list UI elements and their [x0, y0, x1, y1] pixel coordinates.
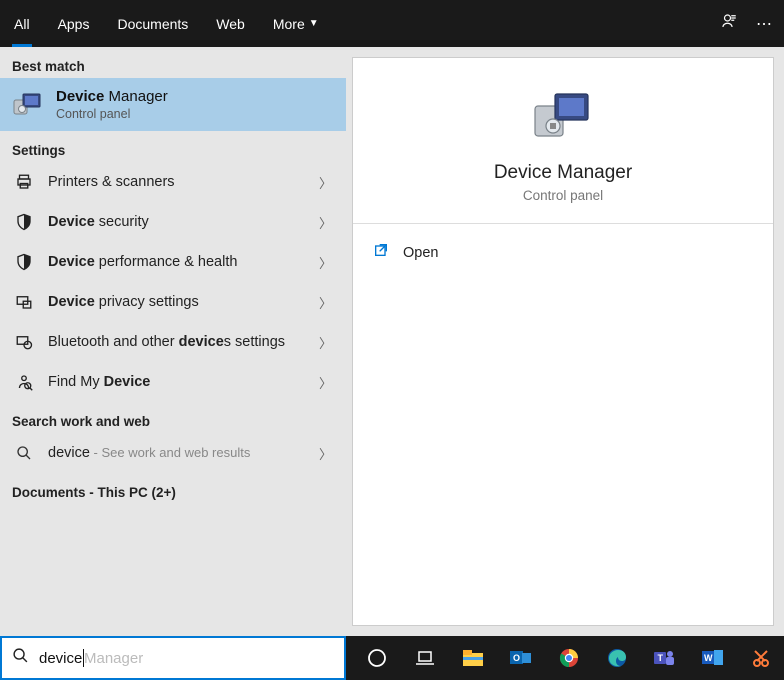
results-panel: Best match Device Manager Control panel … — [0, 47, 346, 636]
settings-item[interactable]: Device security 〉 — [0, 202, 346, 242]
settings-item[interactable]: Printers & scanners 〉 — [0, 162, 346, 202]
outlook-icon[interactable]: O — [498, 636, 544, 680]
cortana-icon[interactable] — [354, 636, 400, 680]
shield-icon — [14, 212, 34, 232]
chrome-icon[interactable] — [546, 636, 592, 680]
search-box[interactable]: Manager — [0, 636, 346, 680]
chevron-right-icon: 〉 — [319, 444, 332, 463]
shield-icon — [14, 252, 34, 272]
tab-web[interactable]: Web — [202, 0, 259, 47]
tab-label: Web — [216, 16, 245, 32]
task-view-icon[interactable] — [402, 636, 448, 680]
more-options-icon[interactable]: ⋯ — [756, 14, 774, 34]
svg-text:T: T — [658, 653, 664, 663]
svg-text:O: O — [513, 653, 520, 663]
settings-item-label: Device privacy settings — [48, 294, 305, 310]
best-match-result[interactable]: Device Manager Control panel — [0, 78, 346, 131]
feedback-icon[interactable] — [720, 12, 738, 35]
open-icon — [373, 242, 389, 263]
tab-documents[interactable]: Documents — [103, 0, 202, 47]
device-manager-icon — [12, 91, 44, 119]
web-search-label: device - See work and web results — [48, 445, 305, 461]
taskbar: O T W — [346, 636, 784, 680]
svg-text:W: W — [704, 653, 713, 663]
printer-icon — [14, 172, 34, 192]
text-cursor — [83, 649, 84, 667]
privacy-icon — [14, 292, 34, 312]
settings-item-label: Device performance & health — [48, 254, 305, 270]
tab-label: Apps — [58, 16, 90, 32]
chevron-right-icon: 〉 — [319, 253, 332, 272]
tab-more[interactable]: More ▼ — [259, 0, 333, 47]
section-documents-pc: Documents - This PC (2+) — [0, 473, 346, 504]
chevron-right-icon: 〉 — [319, 373, 332, 392]
search-icon — [12, 647, 29, 669]
chevron-down-icon: ▼ — [309, 18, 319, 29]
open-label: Open — [403, 245, 438, 261]
find-icon — [14, 372, 34, 392]
tab-label: Documents — [117, 16, 188, 32]
section-search-web: Search work and web — [0, 402, 346, 433]
file-explorer-icon[interactable] — [450, 636, 496, 680]
settings-item[interactable]: Device performance & health 〉 — [0, 242, 346, 282]
web-search-item[interactable]: device - See work and web results 〉 — [0, 433, 346, 473]
chevron-right-icon: 〉 — [319, 213, 332, 232]
device-manager-preview-icon — [533, 88, 593, 144]
settings-item-label: Printers & scanners — [48, 174, 305, 190]
word-icon[interactable]: W — [690, 636, 736, 680]
section-best-match: Best match — [0, 47, 346, 78]
bt-icon — [14, 332, 34, 352]
best-match-text: Device Manager Control panel — [56, 88, 168, 121]
open-action[interactable]: Open — [353, 224, 773, 281]
section-settings: Settings — [0, 131, 346, 162]
settings-item[interactable]: Bluetooth and other devices settings 〉 — [0, 322, 346, 362]
search-icon — [14, 443, 34, 463]
settings-item-label: Bluetooth and other devices settings — [48, 334, 305, 350]
preview-panel: Device Manager Control panel Open — [352, 57, 774, 626]
teams-icon[interactable]: T — [642, 636, 688, 680]
settings-item[interactable]: Find My Device 〉 — [0, 362, 346, 402]
tab-label: More — [273, 16, 305, 32]
settings-list: Printers & scanners〉Device security〉Devi… — [0, 162, 346, 402]
preview-subtitle: Control panel — [523, 188, 603, 203]
chevron-right-icon: 〉 — [319, 173, 332, 192]
tab-label: All — [14, 16, 30, 32]
settings-item[interactable]: Device privacy settings 〉 — [0, 282, 346, 322]
snipping-icon[interactable] — [738, 636, 784, 680]
preview-title: Device Manager — [494, 162, 632, 184]
settings-item-label: Find My Device — [48, 374, 305, 390]
chevron-right-icon: 〉 — [319, 333, 332, 352]
edge-icon[interactable] — [594, 636, 640, 680]
tab-apps[interactable]: Apps — [44, 0, 104, 47]
chevron-right-icon: 〉 — [319, 293, 332, 312]
tab-all[interactable]: All — [0, 0, 44, 47]
settings-item-label: Device security — [48, 214, 305, 230]
search-scope-tabs: All Apps Documents Web More ▼ ⋯ — [0, 0, 784, 47]
